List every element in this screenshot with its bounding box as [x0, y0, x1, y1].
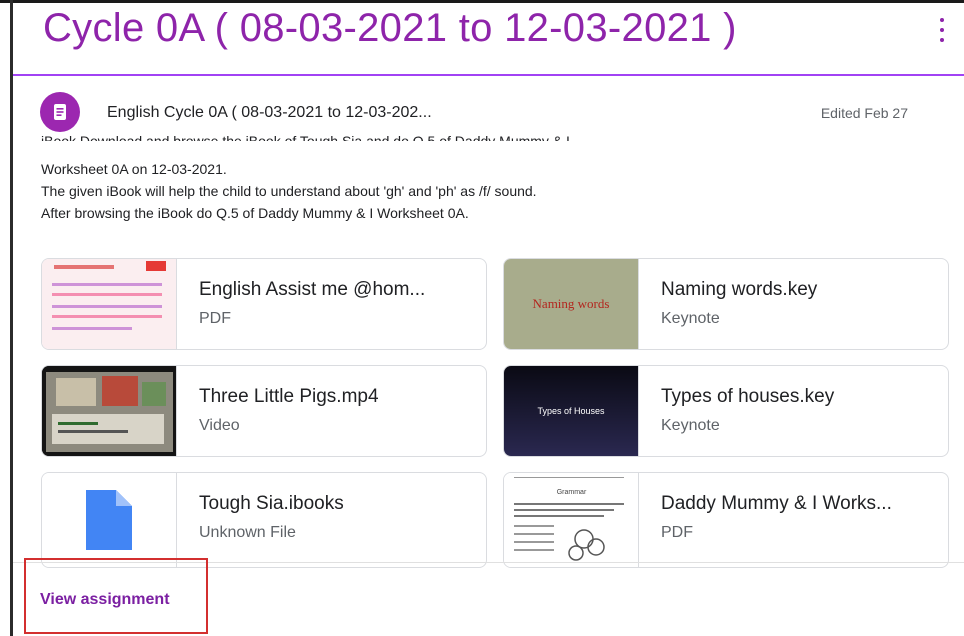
cycle-header: Cycle 0A ( 08-03-2021 to 12-03-2021 )	[13, 0, 964, 76]
description-line: The given iBook will help the child to u…	[41, 183, 537, 199]
attachment-thumbnail	[42, 259, 177, 349]
post-edited-date: Edited Feb 27	[820, 105, 908, 121]
thumbnail-caption: Types of Houses	[537, 406, 605, 416]
attachment-card[interactable]: Types of Houses Types of houses.key Keyn…	[503, 365, 949, 457]
attachment-card[interactable]: Three Little Pigs.mp4 Video	[41, 365, 487, 457]
attachment-name: Types of houses.key	[661, 386, 835, 407]
attachment-name: Three Little Pigs.mp4	[199, 386, 379, 407]
attachment-name: English Assist me @hom...	[199, 279, 426, 300]
file-icon	[86, 490, 132, 550]
description-line: After browsing the iBook do Q.5 of Daddy…	[41, 205, 469, 221]
attachment-card[interactable]: Tough Sia.ibooks Unknown File	[41, 472, 487, 568]
more-options-icon[interactable]	[938, 18, 946, 42]
attachment-type: Keynote	[661, 310, 720, 327]
description-line: Worksheet 0A on 12-03-2021.	[41, 161, 227, 177]
attachment-type: PDF	[661, 524, 693, 541]
attachment-name: Daddy Mummy & I Works...	[661, 493, 892, 514]
post-title: English Cycle 0A ( 08-03-2021 to 12-03-2…	[107, 104, 432, 121]
attachment-thumbnail: Naming words	[504, 259, 639, 349]
attachment-type: PDF	[199, 310, 231, 327]
view-assignment-link[interactable]: View assignment	[40, 591, 170, 609]
thumbnail-caption: Grammar	[556, 489, 587, 496]
attachment-card[interactable]: Grammar Daddy Mummy & I Works... PDF	[503, 472, 949, 568]
attachment-thumbnail: Grammar	[504, 473, 639, 567]
attachment-type: Video	[199, 417, 240, 434]
attachment-thumbnail	[42, 473, 177, 567]
attachment-type: Keynote	[661, 417, 720, 434]
attachment-name: Naming words.key	[661, 279, 818, 300]
cycle-title: Cycle 0A ( 08-03-2021 to 12-03-2021 )	[43, 6, 737, 50]
attachment-name: Tough Sia.ibooks	[199, 493, 344, 514]
assignment-icon	[40, 92, 80, 132]
attachment-card[interactable]: Naming words Naming words.key Keynote	[503, 258, 949, 350]
attachment-card[interactable]: English Assist me @hom... PDF	[41, 258, 487, 350]
attachment-thumbnail: Types of Houses	[504, 366, 639, 456]
assignment-description: Worksheet 0A on 12-03-2021. The given iB…	[41, 140, 921, 224]
thumbnail-caption: Naming words	[532, 296, 610, 311]
attachment-thumbnail	[42, 366, 177, 456]
attachment-type: Unknown File	[199, 524, 296, 541]
